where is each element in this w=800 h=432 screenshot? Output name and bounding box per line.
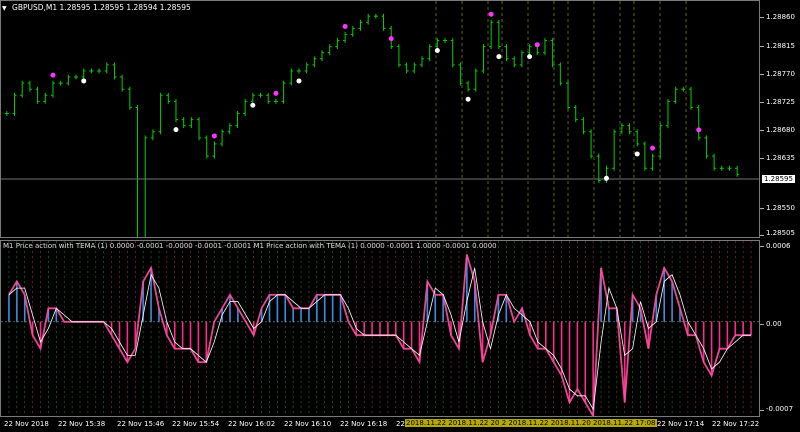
indicator-pane[interactable]: [0, 240, 760, 417]
time-label: 22 Nov 16:02: [228, 420, 276, 428]
buy-signal-dot: [273, 90, 279, 96]
price-tick-label: 1.28860: [766, 13, 795, 21]
buy-signal-dot: [650, 145, 656, 151]
time-label: 22 Nov 16:10: [284, 420, 332, 428]
buy-signal-dot: [388, 36, 394, 42]
sell-signal-dot: [434, 48, 440, 54]
indicator-axis: 0.0006 0.00 -0.0007: [760, 240, 800, 417]
chart-title: ▼ GBPUSD,M1 1.28595 1.28595 1.28594 1.28…: [2, 3, 191, 12]
time-label: 22 Nov 15:46: [117, 420, 165, 428]
price-tick-label: 1.28505: [766, 229, 795, 237]
price-tick-label: 1.28635: [766, 154, 795, 162]
indicator-tick-label: 0.00: [766, 320, 782, 328]
time-axis: 22 Nov 2018 22 Nov 15:38 22 Nov 15:46 22 No…: [0, 417, 760, 432]
symbol-timeframe: GBPUSD,M1: [12, 3, 58, 12]
sell-signal-dot: [603, 175, 609, 181]
price-chart-pane[interactable]: [0, 0, 760, 238]
sell-signal-dot: [296, 78, 302, 84]
buy-signal-dot: [342, 23, 348, 29]
price-tick-label: 1.28550: [766, 204, 795, 212]
time-label: 22 Nov 15:38: [58, 420, 106, 428]
sell-signal-dot: [634, 151, 640, 157]
indicator-title: M1 Price action with TEMA (1) 0.0000 -0.…: [3, 242, 497, 250]
time-label: 22 Nov 2018: [4, 420, 49, 428]
buy-signal-dot: [211, 133, 217, 139]
indicator-chart-svg: [1, 241, 759, 416]
price-tick-label: 1.28770: [766, 70, 795, 78]
price-tick-label: 1.28680: [766, 126, 795, 134]
sell-signal-dot: [250, 102, 256, 108]
price-chart-svg: [1, 1, 759, 237]
price-tick-label: 1.28815: [766, 42, 795, 50]
buy-signal-dot: [488, 11, 494, 17]
price-tick-label: 1.28725: [766, 98, 795, 106]
time-label: 22 Nov 15:54: [172, 420, 220, 428]
triangle-down-icon[interactable]: ▼: [2, 5, 7, 12]
sell-signal-dot: [527, 54, 533, 60]
buy-signal-dot: [50, 72, 56, 78]
buy-signal-dot: [534, 42, 540, 48]
sell-signal-dot: [465, 96, 471, 102]
time-label: 22 Nov 16:18: [340, 420, 388, 428]
indicator-tick-label: 0.0006: [766, 242, 791, 250]
sell-signal-dot: [496, 54, 502, 60]
buy-signal-dot: [696, 127, 702, 133]
time-label-highlighted: 2018.11.22 2018.11.22 20 2 2018.11.22 20…: [405, 419, 657, 427]
price-axis: 1.28860 1.28815 1.28770 1.28725 1.28680 …: [760, 0, 800, 238]
sell-signal-dot: [173, 127, 179, 133]
ohlc-values: 1.28595 1.28595 1.28594 1.28595: [59, 3, 191, 12]
indicator-tick-label: -0.0007: [766, 405, 794, 413]
time-label: 22 Nov 17:14: [657, 420, 705, 428]
current-price-label: 1.28595: [762, 175, 795, 183]
time-label: 22 Nov 17:22: [712, 420, 760, 428]
sell-signal-dot: [81, 78, 87, 84]
